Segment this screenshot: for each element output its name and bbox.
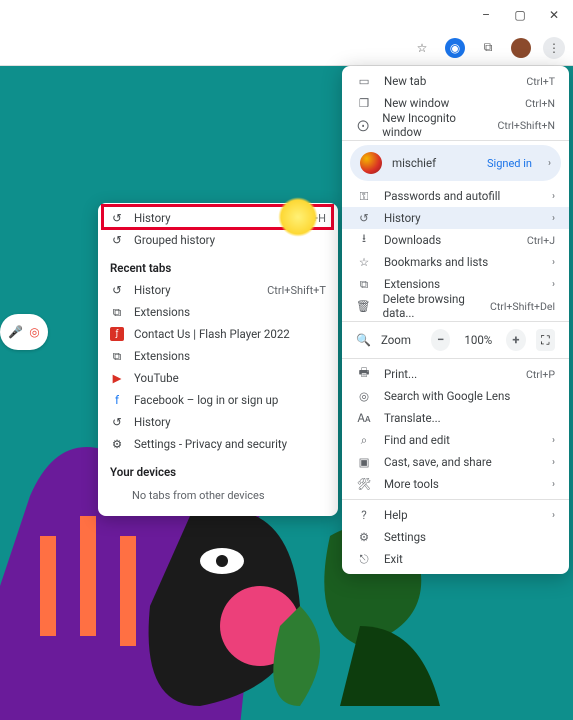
menu-separator — [342, 321, 569, 322]
minimize-button[interactable]: – — [469, 1, 503, 29]
puzzle-icon: ⧉ — [110, 349, 124, 364]
zoom-value: 100% — [460, 333, 496, 347]
zoom-out-button[interactable]: − — [431, 329, 450, 351]
menu-separator — [342, 358, 569, 359]
flash-icon: ƒ — [110, 327, 124, 341]
recent-tabs-heading: Recent tabs — [98, 251, 338, 279]
menu-settings[interactable]: ⚙ Settings — [342, 526, 569, 548]
recent-tab-item[interactable]: ƒ Contact Us | Flash Player 2022 — [98, 323, 338, 345]
history-icon: ↺ — [110, 283, 124, 297]
menu-find-edit[interactable]: ⌕ Find and edit › — [342, 429, 569, 451]
puzzle-icon: ⧉ — [356, 277, 372, 292]
download-icon: ⭳ — [356, 231, 372, 250]
no-tabs-text: No tabs from other devices — [98, 483, 338, 508]
maximize-button[interactable]: ▢ — [503, 1, 537, 29]
menu-translate[interactable]: 🗛 Translate... — [342, 407, 569, 429]
voice-lens-widget[interactable]: 🎤 ◎ — [0, 314, 48, 350]
recent-tab-item[interactable]: ↺ History Ctrl+Shift+T — [98, 279, 338, 301]
menu-search-lens[interactable]: ◎ Search with Google Lens — [342, 385, 569, 407]
chevron-right-icon: › — [552, 479, 555, 490]
submenu-history-item[interactable]: ↺ History Ctrl+H — [98, 207, 338, 229]
close-button[interactable]: ✕ — [537, 1, 571, 29]
tab-icon: ▭ — [356, 74, 372, 88]
chevron-right-icon: › — [552, 457, 555, 468]
history-icon: ↺ — [110, 233, 124, 247]
browser-toolbar: ☆ ◉ ⧉ ⋮ — [0, 30, 573, 66]
menu-history[interactable]: ↺ History › — [342, 207, 569, 229]
recent-tab-item[interactable]: ⧉ Extensions — [98, 345, 338, 367]
facebook-icon: f — [110, 393, 124, 407]
recent-tab-item[interactable]: ↺ History — [98, 411, 338, 433]
menu-bookmarks[interactable]: ☆ Bookmarks and lists › — [342, 251, 569, 273]
menu-separator — [342, 499, 569, 500]
menu-new-tab[interactable]: ▭ New tab Ctrl+T — [342, 70, 569, 92]
mic-icon[interactable]: 🎤 — [8, 325, 23, 339]
submenu-grouped-label: Grouped history — [134, 233, 215, 247]
exit-icon: ⎋ — [356, 552, 372, 567]
menu-help[interactable]: ? Help › — [342, 504, 569, 526]
menu-print[interactable]: 🖶 Print... Ctrl+P — [342, 363, 569, 385]
chevron-right-icon: › — [552, 191, 555, 202]
menu-downloads[interactable]: ⭳ Downloads Ctrl+J — [342, 229, 569, 251]
submenu-history-label: History — [134, 211, 171, 225]
translate-icon: 🗛 — [356, 411, 372, 426]
tools-icon: 🛠 — [356, 477, 372, 491]
chevron-right-icon: › — [552, 510, 555, 521]
gear-icon: ⚙ — [110, 437, 124, 451]
title-bar: – ▢ ✕ — [0, 0, 573, 30]
profile-avatar-icon[interactable] — [511, 38, 531, 58]
extension-icon-blue[interactable]: ◉ — [445, 38, 465, 58]
profile-name: mischief — [392, 156, 436, 170]
kebab-menu-icon[interactable]: ⋮ — [543, 37, 565, 59]
extensions-puzzle-icon[interactable]: ⧉ — [477, 37, 499, 59]
history-icon: ↺ — [110, 211, 124, 225]
menu-incognito[interactable]: ⨀ New Incognito window Ctrl+Shift+N — [342, 114, 569, 136]
incognito-icon: ⨀ — [356, 118, 370, 132]
bookmark-star-icon[interactable]: ☆ — [411, 37, 433, 59]
find-icon: ⌕ — [356, 433, 372, 448]
recent-tab-item[interactable]: ▶ YouTube — [98, 367, 338, 389]
cast-icon: ▣ — [356, 455, 372, 469]
zoom-icon: 🔍 — [356, 333, 371, 347]
chevron-right-icon: › — [548, 158, 551, 169]
recent-tab-item[interactable]: ⧉ Extensions — [98, 301, 338, 323]
window-icon: ❐ — [356, 96, 372, 110]
fullscreen-button[interactable]: ⛶ — [536, 329, 555, 351]
youtube-icon: ▶ — [110, 371, 124, 385]
menu-profile-row[interactable]: mischief Signed in › — [350, 145, 561, 181]
history-submenu: ↺ History Ctrl+H ↺ Grouped history Recen… — [98, 203, 338, 516]
zoom-label: Zoom — [381, 333, 411, 347]
menu-zoom-row: 🔍 Zoom − 100% + ⛶ — [342, 326, 569, 354]
menu-cast-save-share[interactable]: ▣ Cast, save, and share › — [342, 451, 569, 473]
history-icon: ↺ — [356, 211, 372, 225]
submenu-grouped-history-item[interactable]: ↺ Grouped history — [98, 229, 338, 251]
menu-more-tools[interactable]: 🛠 More tools › — [342, 473, 569, 495]
star-icon: ☆ — [356, 255, 372, 269]
chevron-right-icon: › — [552, 213, 555, 224]
puzzle-icon: ⧉ — [110, 305, 124, 320]
recent-tab-item[interactable]: ⚙ Settings - Privacy and security — [98, 433, 338, 455]
print-icon: 🖶 — [356, 365, 372, 384]
history-icon: ↺ — [110, 415, 124, 429]
submenu-history-shortcut: Ctrl+H — [295, 212, 326, 225]
lens-icon: ◎ — [356, 389, 372, 403]
lens-icon[interactable]: ◎ — [29, 325, 39, 339]
chevron-right-icon: › — [552, 257, 555, 268]
chrome-main-menu: ▭ New tab Ctrl+T ❐ New window Ctrl+N ⨀ N… — [342, 66, 569, 574]
trash-icon: 🗑 — [356, 299, 371, 313]
profile-state: Signed in — [487, 157, 532, 170]
gear-icon: ⚙ — [356, 530, 372, 544]
menu-separator — [342, 140, 569, 141]
key-icon: ⚿ — [356, 189, 372, 204]
help-icon: ? — [356, 508, 372, 522]
menu-exit[interactable]: ⎋ Exit — [342, 548, 569, 570]
menu-passwords[interactable]: ⚿ Passwords and autofill › — [342, 185, 569, 207]
chevron-right-icon: › — [552, 435, 555, 446]
recent-tab-item[interactable]: f Facebook – log in or sign up — [98, 389, 338, 411]
your-devices-heading: Your devices — [98, 455, 338, 483]
avatar-icon — [360, 152, 382, 174]
zoom-in-button[interactable]: + — [506, 329, 525, 351]
chevron-right-icon: › — [552, 279, 555, 290]
menu-delete-browsing-data[interactable]: 🗑 Delete browsing data... Ctrl+Shift+Del — [342, 295, 569, 317]
